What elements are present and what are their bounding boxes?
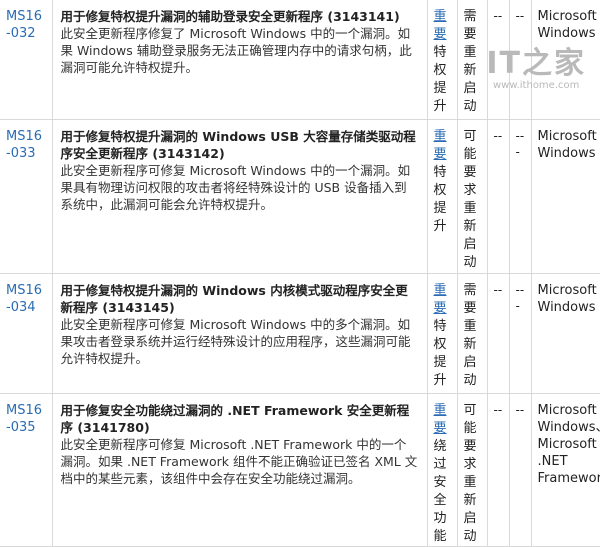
extra-cell: ---: [509, 273, 532, 394]
severity-link[interactable]: 重要: [434, 402, 448, 438]
restart-text: 需要重新启动: [463, 283, 477, 388]
impact-text: 绕过安全功能: [433, 439, 447, 544]
watermark-logo: IT之家: [486, 46, 586, 81]
bulletin-title: 用于修复特权提升漏洞的 Windows USB 大容量存储类驱动程序安全更新程序…: [60, 129, 416, 161]
impact-text: 特权提升: [433, 319, 447, 388]
bulletin-id-cell: MS16-034: [0, 273, 53, 394]
extra-cell: ---: [509, 119, 532, 274]
restart-text: 可能要求重新启动: [463, 129, 477, 270]
extra-text: --: [515, 403, 525, 417]
software-text: Microsoft Windows: [537, 129, 597, 161]
known-issues-text: --: [493, 9, 503, 23]
bulletin-body-cell: 用于修复安全功能绕过漏洞的 .NET Framework 安全更新程序 (314…: [52, 393, 428, 547]
impact-text: 特权提升: [433, 45, 447, 114]
bulletin-body-cell: 用于修复特权提升漏洞的辅助登录安全更新程序 (3143141) 此安全更新程序修…: [52, 0, 428, 120]
bulletin-id-link[interactable]: MS16-032: [6, 8, 46, 42]
impact-text: 特权提升: [433, 165, 447, 234]
table-row: MS16-033 用于修复特权提升漏洞的 Windows USB 大容量存储类驱…: [0, 119, 600, 274]
bulletin-description: 此安全更新程序可修复 Microsoft Windows 中的一个漏洞。如果具有…: [60, 163, 411, 212]
known-issues-cell: --: [487, 273, 510, 394]
known-issues-cell: --: [487, 119, 510, 274]
software-cell: Microsoft Windows、Microsoft .NET Framewo…: [531, 394, 600, 547]
bulletin-description: 此安全更新程序修复了 Microsoft Windows 中的一个漏洞。如果 W…: [60, 26, 412, 75]
bulletin-description: 此安全更新程序可修复 Microsoft .NET Framework 中的一个…: [60, 437, 418, 486]
severity-cell: 重要 特权提升: [427, 0, 458, 120]
restart-cell: 可能要求重新启动: [457, 393, 488, 547]
restart-cell: 可能要求重新启动: [457, 119, 488, 274]
bulletin-id-link[interactable]: MS16-034: [6, 282, 46, 316]
watermark: IT之家 www.ithome.com: [486, 46, 586, 92]
severity-link[interactable]: 重要: [434, 8, 448, 44]
table-row: MS16-034 用于修复特权提升漏洞的 Windows 内核模式驱动程序安全更…: [0, 273, 600, 394]
bulletin-title: 用于修复特权提升漏洞的 Windows 内核模式驱动程序安全更新程序 (3143…: [60, 283, 408, 315]
restart-text: 需要重新启动: [463, 9, 477, 114]
bulletin-body-cell: 用于修复特权提升漏洞的 Windows USB 大容量存储类驱动程序安全更新程序…: [52, 119, 428, 274]
bulletin-id-cell: MS16-032: [0, 0, 53, 120]
bulletin-id-cell: MS16-033: [0, 119, 53, 274]
software-cell: Microsoft Windows: [531, 274, 600, 394]
bulletin-id-link[interactable]: MS16-033: [6, 128, 46, 162]
restart-text: 可能要求重新启动: [463, 403, 477, 544]
known-issues-text: --: [493, 283, 503, 297]
known-issues-text: --: [493, 129, 503, 143]
extra-text: ---: [515, 283, 525, 313]
severity-link[interactable]: 重要: [434, 128, 448, 164]
extra-text: --: [515, 9, 525, 23]
watermark-url: www.ithome.com: [492, 80, 580, 91]
table-row: MS16-035 用于修复安全功能绕过漏洞的 .NET Framework 安全…: [0, 393, 600, 547]
restart-cell: 需要重新启动: [457, 0, 488, 120]
bulletin-body-cell: 用于修复特权提升漏洞的 Windows 内核模式驱动程序安全更新程序 (3143…: [52, 273, 428, 394]
known-issues-cell: --: [487, 393, 510, 547]
severity-link[interactable]: 重要: [434, 282, 448, 318]
bulletin-title: 用于修复安全功能绕过漏洞的 .NET Framework 安全更新程序 (314…: [60, 403, 410, 435]
bulletin-id-link[interactable]: MS16-035: [6, 402, 46, 436]
severity-cell: 重要 绕过安全功能: [427, 393, 458, 547]
software-text: Microsoft Windows: [537, 9, 597, 41]
extra-cell: --: [509, 393, 532, 547]
known-issues-text: --: [493, 403, 503, 417]
severity-cell: 重要 特权提升: [427, 119, 458, 274]
bulletin-description: 此安全更新程序可修复 Microsoft Windows 中的多个漏洞。如果攻击…: [60, 317, 411, 366]
restart-cell: 需要重新启动: [457, 273, 488, 394]
software-text: Microsoft Windows、Microsoft .NET Framewo…: [537, 403, 600, 486]
bulletin-id-cell: MS16-035: [0, 393, 53, 547]
severity-cell: 重要 特权提升: [427, 273, 458, 394]
extra-text: ---: [515, 129, 525, 159]
software-text: Microsoft Windows: [537, 283, 597, 315]
bulletin-title: 用于修复特权提升漏洞的辅助登录安全更新程序 (3143141): [60, 9, 400, 24]
software-cell: Microsoft Windows: [531, 120, 600, 274]
